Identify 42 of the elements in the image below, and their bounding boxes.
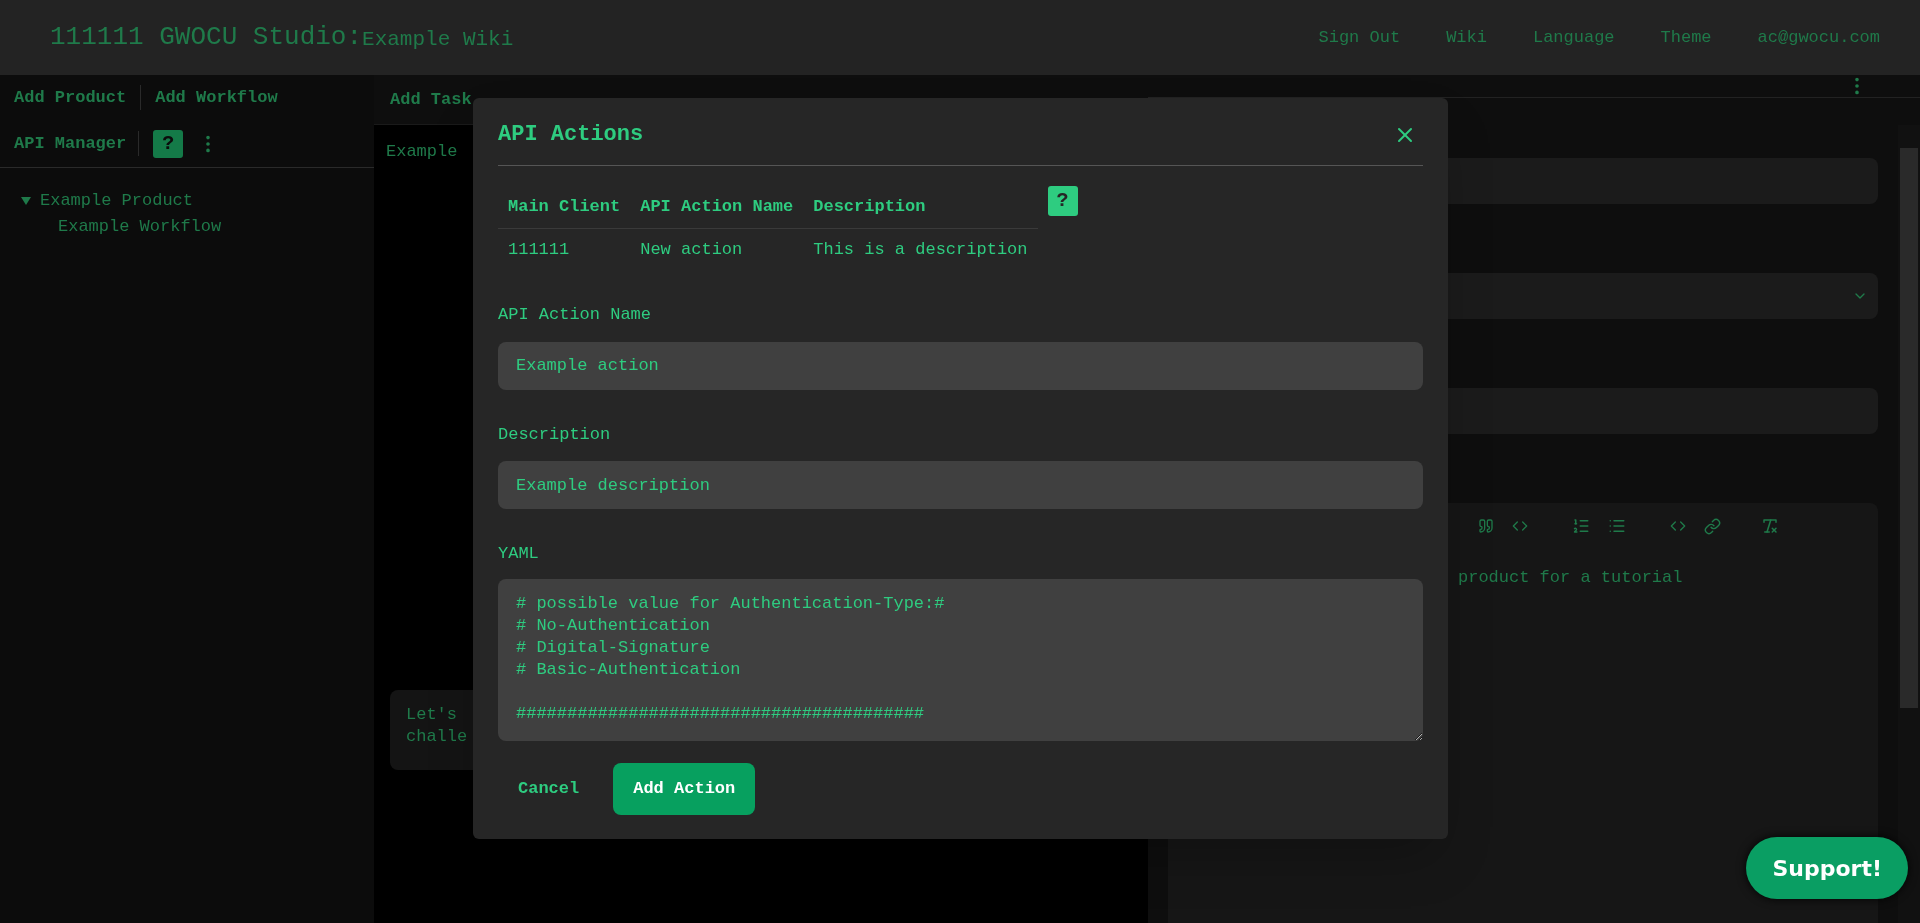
clear-format-icon[interactable] bbox=[1761, 517, 1779, 535]
nav-link[interactable]: Theme bbox=[1660, 24, 1712, 51]
toolbar-button[interactable]: Add Product bbox=[14, 84, 142, 111]
field-label: YAML bbox=[498, 543, 540, 565]
toolbar-button[interactable]: Add Workflow bbox=[141, 84, 278, 111]
help-button[interactable]: ? bbox=[1047, 186, 1078, 216]
column-header: API Action Name bbox=[630, 186, 804, 228]
wiki-title: Example Wiki bbox=[362, 26, 514, 53]
link-icon[interactable] bbox=[1704, 517, 1721, 535]
tree-item[interactable]: Example Product bbox=[40, 188, 194, 214]
add-action-button[interactable]: Add Action bbox=[613, 762, 756, 815]
toolbar-button[interactable]: Add Task bbox=[390, 86, 472, 113]
ordered-list-icon[interactable] bbox=[1572, 517, 1590, 535]
toolbar-button[interactable]: API Manager bbox=[14, 130, 140, 157]
app-title: 111111 GWOCU Studio: bbox=[50, 21, 363, 54]
message-text: Let's challe bbox=[406, 703, 469, 748]
expand-triangle-icon[interactable] bbox=[20, 194, 32, 207]
yaml-editor[interactable]: # possible value for Authentication-Type:# # No-Authentication # Digital-Signature # Basic-Authentication ######################################## bbox=[498, 578, 1423, 741]
text-input[interactable]: Example action bbox=[498, 341, 1423, 390]
field-label: Description bbox=[498, 423, 612, 446]
column-header: Description bbox=[803, 186, 1038, 228]
nav-link[interactable]: Sign Out bbox=[1318, 24, 1401, 51]
editor-text: product for a tutorial bbox=[1458, 567, 1684, 589]
bullet-list-icon[interactable] bbox=[1608, 517, 1626, 535]
support-button[interactable]: Support! bbox=[1746, 837, 1908, 899]
table-cell: 111111 bbox=[498, 228, 631, 270]
quote-icon[interactable] bbox=[1478, 518, 1494, 534]
nav-link[interactable]: Language bbox=[1532, 24, 1615, 51]
tree-item[interactable]: Example Workflow bbox=[20, 213, 354, 239]
table-cell: New action bbox=[630, 228, 804, 270]
column-header: Main Client bbox=[498, 186, 631, 228]
task-title: Example bbox=[386, 142, 458, 161]
table-cell: This is a description bbox=[803, 228, 1038, 270]
help-button[interactable]: ? bbox=[153, 129, 184, 158]
field-label: API Action Name bbox=[498, 304, 653, 326]
text-input[interactable]: Example description bbox=[498, 461, 1423, 509]
cancel-button[interactable]: Cancel bbox=[498, 762, 600, 815]
code-icon[interactable] bbox=[1670, 518, 1686, 534]
dialog-title: API Actions bbox=[498, 121, 644, 149]
code-icon[interactable] bbox=[1512, 518, 1528, 534]
nav-link[interactable]: Wiki bbox=[1446, 24, 1487, 51]
nav-link[interactable]: ac@gwocu.com bbox=[1757, 24, 1880, 51]
